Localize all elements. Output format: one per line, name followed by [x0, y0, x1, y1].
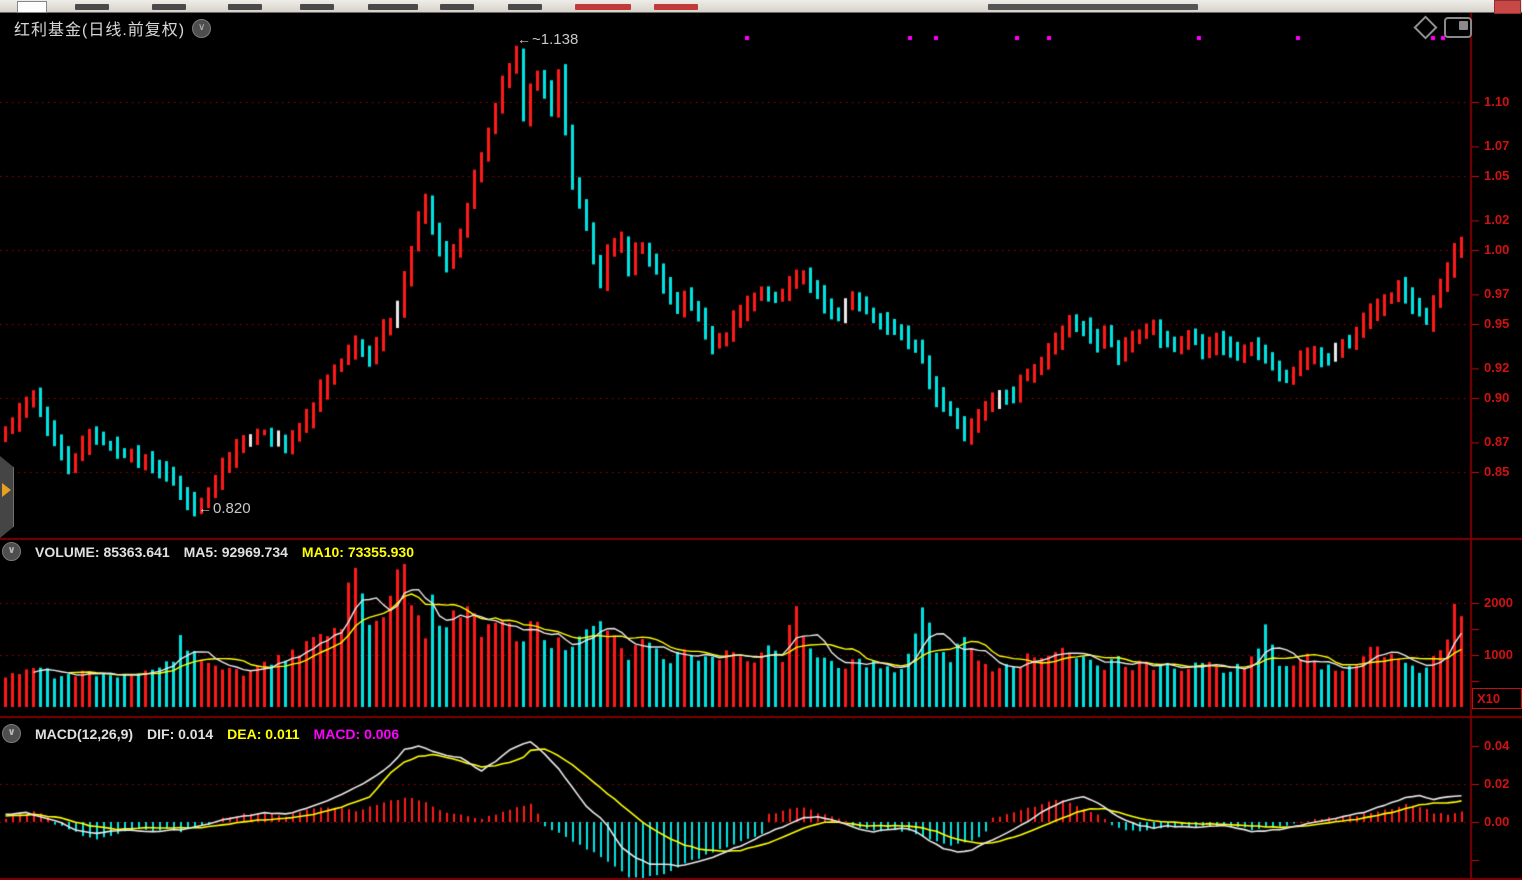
- menubar-right-button[interactable]: [1494, 0, 1521, 14]
- price-axis-label: 0.97: [1484, 285, 1522, 303]
- chart-title-row: 红利基金(日线.前复权) ∨: [14, 18, 211, 38]
- price-axis-label: 0.87: [1484, 433, 1522, 451]
- menubar: [0, 0, 1522, 13]
- arrow-right-icon: [2, 483, 11, 497]
- left-arrow-icon: ←: [517, 31, 531, 47]
- left-arrow-icon: ←: [198, 500, 212, 516]
- price-axis-label: 0.85: [1484, 463, 1522, 481]
- menu-item[interactable]: [152, 4, 186, 10]
- macd-axis-label: 0.00: [1484, 813, 1522, 831]
- macd-name: MACD(12,26,9): [35, 726, 133, 742]
- chart-canvas[interactable]: [0, 0, 1522, 880]
- macd-macd-value: MACD: 0.006: [314, 726, 400, 742]
- price-axis-label: 0.92: [1484, 359, 1522, 377]
- chart-application-window: { "header": { "title": "红利基金(日线.前复权)" },…: [0, 0, 1522, 880]
- price-axis-label: 1.00: [1484, 241, 1522, 259]
- menu-item[interactable]: [228, 4, 262, 10]
- volume-value: VOLUME: 85363.641: [35, 544, 170, 560]
- menu-item-highlighted[interactable]: [575, 4, 631, 10]
- panel-layout-icon-fill: [1459, 21, 1468, 30]
- price-axis-label: 1.10: [1484, 93, 1522, 111]
- volume-scale-badge: X10: [1472, 688, 1522, 709]
- menu-item[interactable]: [508, 4, 542, 10]
- chevron-down-icon[interactable]: ∨: [2, 724, 21, 743]
- page-title: 红利基金(日线.前复权): [14, 16, 185, 40]
- macd-dea-value: DEA: 0.011: [227, 726, 299, 742]
- menu-item-highlighted[interactable]: [654, 4, 698, 10]
- menubar-status-text: [988, 4, 1198, 10]
- price-low-annotation: ←0.820: [198, 500, 251, 517]
- macd-axis-label: 0.04: [1484, 737, 1522, 755]
- macd-axis-label: 0.02: [1484, 775, 1522, 793]
- price-high-annotation: ←~1.138: [517, 31, 578, 48]
- price-axis-label: 1.02: [1484, 211, 1522, 229]
- sidebar-expand-handle[interactable]: [0, 456, 14, 538]
- macd-dif-value: DIF: 0.014: [147, 726, 213, 742]
- price-axis-label: 0.90: [1484, 389, 1522, 407]
- volume-indicator-header: ∨ VOLUME: 85363.641 MA5: 92969.734 MA10:…: [2, 542, 414, 561]
- volume-ma10-value: MA10: 73355.930: [302, 544, 414, 560]
- menu-item[interactable]: [368, 4, 418, 10]
- menubar-logo-box[interactable]: [17, 1, 47, 13]
- chevron-down-icon[interactable]: ∨: [192, 19, 211, 38]
- macd-indicator-header: ∨ MACD(12,26,9) DIF: 0.014 DEA: 0.011 MA…: [2, 724, 399, 743]
- volume-axis-label: 1000: [1484, 646, 1522, 664]
- volume-ma5-value: MA5: 92969.734: [184, 544, 288, 560]
- panel-layout-icon[interactable]: [1444, 17, 1472, 38]
- menu-item[interactable]: [440, 4, 474, 10]
- menu-item[interactable]: [300, 4, 334, 10]
- menu-item[interactable]: [75, 4, 109, 10]
- chevron-down-icon[interactable]: ∨: [2, 542, 21, 561]
- volume-axis-label: 2000: [1484, 594, 1522, 612]
- price-axis-label: 1.05: [1484, 167, 1522, 185]
- price-axis-label: 0.95: [1484, 315, 1522, 333]
- price-axis-label: 1.07: [1484, 137, 1522, 155]
